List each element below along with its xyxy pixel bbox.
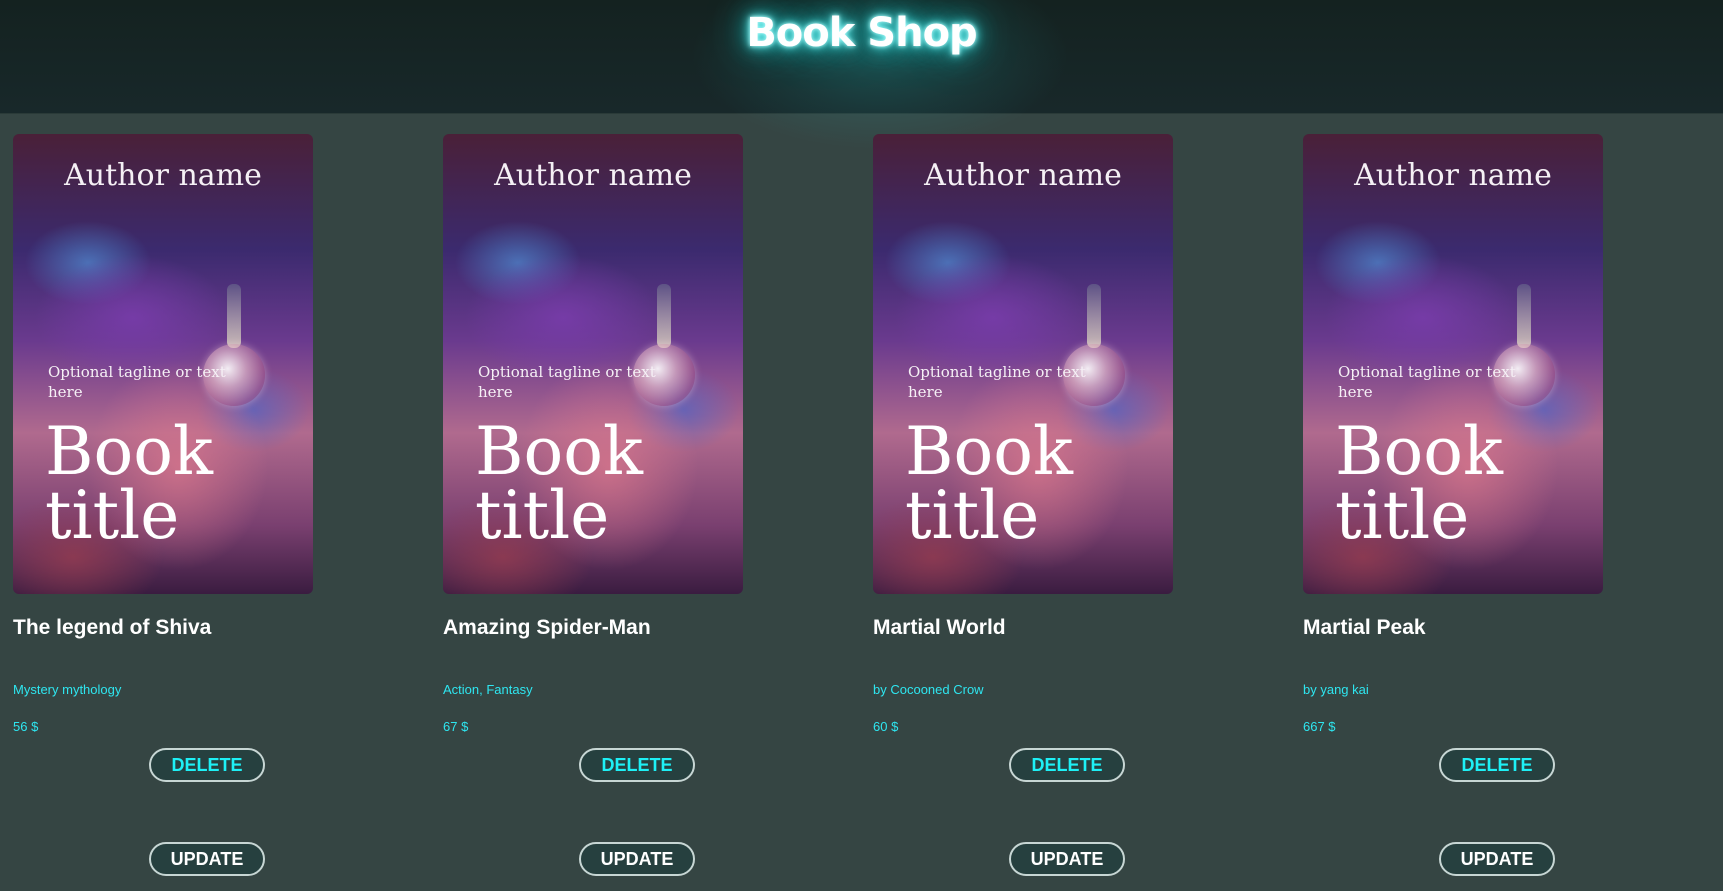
cover-tagline-text: Optional tagline or text here [48,363,226,401]
book-card: Author name Optional tagline or text her… [1303,134,1723,891]
book-price: 56 $ [13,719,39,734]
cover-author-text: Author name [494,158,692,193]
book-cover-image: Author name Optional tagline or text her… [13,134,313,594]
delete-button[interactable]: DELETE [579,748,695,782]
book-genre: by Cocooned Crow [873,682,984,697]
book-name: The legend of Shiva [13,616,212,639]
cover-decoration [1087,284,1101,348]
book-card: Author name Optional tagline or text her… [13,134,433,891]
cover-title-text: Book title [45,413,213,554]
book-cover-image: Author name Optional tagline or text her… [443,134,743,594]
cover-author-text: Author name [924,158,1122,193]
update-button[interactable]: UPDATE [149,842,265,876]
cover-tagline-text: Optional tagline or text here [1338,363,1516,401]
site-title: Book Shop [746,10,977,56]
book-price: 67 $ [443,719,469,734]
book-genre: by yang kai [1303,682,1369,697]
delete-button[interactable]: DELETE [149,748,265,782]
book-card: Author name Optional tagline or text her… [873,134,1293,891]
cover-tagline-text: Optional tagline or text here [478,363,656,401]
book-name: Martial World [873,616,1006,639]
book-price: 60 $ [873,719,899,734]
delete-button[interactable]: DELETE [1439,748,1555,782]
cover-author-text: Author name [64,158,262,193]
cover-title-text: Book title [905,413,1073,554]
book-name: Amazing Spider-Man [443,616,651,639]
cover-decoration [657,284,671,348]
site-header: Book Shop [0,0,1723,150]
cover-title-text: Book title [475,413,643,554]
cover-decoration [1517,284,1531,348]
cover-author-text: Author name [1354,158,1552,193]
book-genre: Mystery mythology [13,682,122,697]
update-button[interactable]: UPDATE [579,842,695,876]
update-button[interactable]: UPDATE [1009,842,1125,876]
book-price: 667 $ [1303,719,1336,734]
cover-decoration [227,284,241,348]
cover-tagline-text: Optional tagline or text here [908,363,1086,401]
cover-title-text: Book title [1335,413,1503,554]
book-cover-image: Author name Optional tagline or text her… [873,134,1173,594]
update-button[interactable]: UPDATE [1439,842,1555,876]
book-name: Martial Peak [1303,616,1426,639]
book-genre: Action, Fantasy [443,682,533,697]
book-cover-image: Author name Optional tagline or text her… [1303,134,1603,594]
delete-button[interactable]: DELETE [1009,748,1125,782]
book-card: Author name Optional tagline or text her… [443,134,863,891]
